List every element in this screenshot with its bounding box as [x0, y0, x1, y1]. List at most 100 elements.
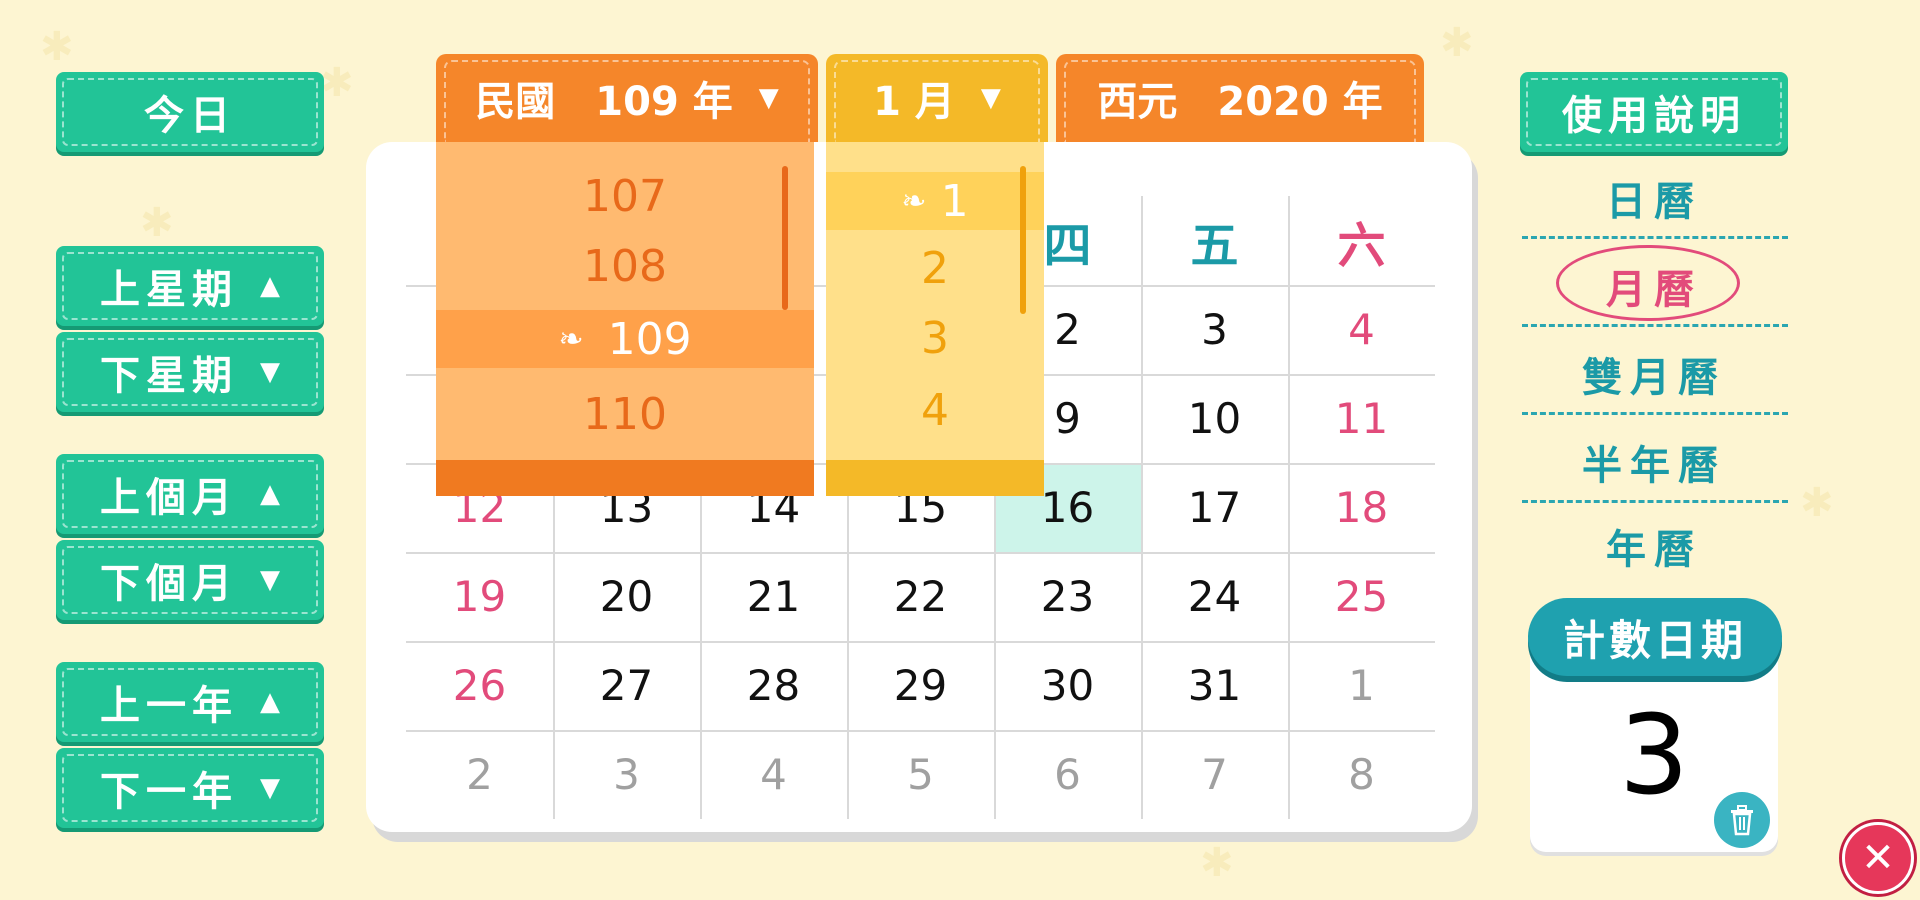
- view-month[interactable]: 月曆: [1520, 244, 1788, 328]
- day-cell[interactable]: 8: [1288, 730, 1435, 819]
- day-cell[interactable]: 4: [1288, 285, 1435, 374]
- day-cell[interactable]: 18: [1288, 463, 1435, 552]
- day-cell[interactable]: 26: [406, 641, 553, 730]
- day-cell[interactable]: 11: [1288, 374, 1435, 463]
- year-option[interactable]: 107: [436, 164, 814, 228]
- today-label: 今日: [144, 93, 236, 139]
- prev-month-button[interactable]: 上個月 ▲: [56, 454, 324, 534]
- day-cell[interactable]: 29: [847, 641, 994, 730]
- year-option-selected[interactable]: ❧ 109: [436, 310, 814, 368]
- year-scrollbar[interactable]: [782, 166, 788, 310]
- help-button[interactable]: 使用說明: [1520, 72, 1788, 152]
- month-selector[interactable]: 1 月 ▼: [826, 54, 1048, 142]
- day-cell[interactable]: 27: [553, 641, 700, 730]
- weekday-sat: 六: [1337, 217, 1386, 274]
- day-cell[interactable]: 25: [1288, 552, 1435, 641]
- roc-year-label: 民國 109 年: [475, 79, 733, 125]
- next-month-label: 下個月: [100, 561, 238, 607]
- sparkle-decoration: ✱: [1200, 840, 1234, 886]
- prev-year-label: 上一年: [100, 683, 238, 729]
- prev-week-button[interactable]: 上星期 ▲: [56, 246, 324, 326]
- day-cell[interactable]: 3: [1141, 285, 1288, 374]
- leaf-icon: ❧: [901, 183, 927, 219]
- day-cell[interactable]: 1: [1288, 641, 1435, 730]
- divider: [1522, 412, 1788, 415]
- day-cell[interactable]: 5: [847, 730, 994, 819]
- prev-week-label: 上星期: [100, 267, 238, 313]
- close-button[interactable]: ✕: [1842, 822, 1914, 894]
- triangle-down-icon: ▼: [260, 565, 280, 595]
- day-cell[interactable]: 6: [994, 730, 1141, 819]
- help-label: 使用說明: [1562, 93, 1746, 139]
- divider: [1522, 500, 1788, 503]
- day-cell[interactable]: 2: [406, 730, 553, 819]
- day-cell[interactable]: 3: [553, 730, 700, 819]
- year-option[interactable]: 110: [436, 382, 814, 446]
- day-cell[interactable]: 22: [847, 552, 994, 641]
- ad-year-label: 西元 2020 年: [1097, 79, 1383, 125]
- triangle-up-icon: ▲: [260, 687, 280, 717]
- triangle-up-icon: ▲: [260, 479, 280, 509]
- next-month-button[interactable]: 下個月 ▼: [56, 540, 324, 620]
- leaf-icon: ❧: [558, 321, 584, 357]
- day-cell[interactable]: 21: [700, 552, 847, 641]
- triangle-up-icon: ▲: [260, 271, 280, 301]
- month-dropdown-footer: [826, 460, 1044, 496]
- year-option[interactable]: 108: [436, 234, 814, 298]
- day-cell[interactable]: 4: [700, 730, 847, 819]
- year-dropdown: 107 108 ❧ 109 110: [436, 142, 814, 496]
- counter-title[interactable]: 計數日期: [1528, 598, 1782, 676]
- divider: [1522, 236, 1788, 239]
- triangle-down-icon: ▼: [260, 357, 280, 387]
- close-icon: ✕: [1861, 835, 1895, 881]
- next-year-button[interactable]: 下一年 ▼: [56, 748, 324, 828]
- month-option[interactable]: 3: [826, 306, 1044, 370]
- month-option-selected[interactable]: ❧ 1: [826, 172, 1044, 230]
- next-week-button[interactable]: 下星期 ▼: [56, 332, 324, 412]
- grid-line: [406, 641, 1435, 643]
- year-dropdown-footer: [436, 460, 814, 496]
- prev-year-button[interactable]: 上一年 ▲: [56, 662, 324, 742]
- trash-button[interactable]: [1714, 792, 1770, 848]
- month-option[interactable]: 2: [826, 236, 1044, 300]
- day-cell[interactable]: 24: [1141, 552, 1288, 641]
- grid-line: [1288, 196, 1290, 819]
- month-dropdown: ❧ 1 2 3 4: [826, 142, 1044, 496]
- divider: [1522, 324, 1788, 327]
- day-cell[interactable]: 23: [994, 552, 1141, 641]
- day-cell[interactable]: 19: [406, 552, 553, 641]
- sparkle-decoration: ✱: [140, 200, 174, 246]
- roc-year-selector[interactable]: 民國 109 年 ▼: [436, 54, 818, 142]
- next-year-label: 下一年: [100, 769, 238, 815]
- day-cell[interactable]: 31: [1141, 641, 1288, 730]
- view-year[interactable]: 年曆: [1520, 504, 1788, 588]
- ad-year-display: 西元 2020 年: [1056, 54, 1424, 142]
- month-scrollbar[interactable]: [1020, 166, 1026, 314]
- day-cell[interactable]: 30: [994, 641, 1141, 730]
- sparkle-decoration: ✱: [320, 60, 354, 106]
- month-selected-label: 1: [940, 175, 969, 227]
- next-week-label: 下星期: [100, 353, 238, 399]
- month-label: 1 月: [873, 79, 955, 125]
- chevron-down-icon: ▼: [758, 83, 779, 113]
- view-day[interactable]: 日曆: [1520, 156, 1788, 240]
- triangle-down-icon: ▼: [260, 773, 280, 803]
- day-cell[interactable]: 17: [1141, 463, 1288, 552]
- today-button[interactable]: 今日: [56, 72, 324, 152]
- prev-month-label: 上個月: [100, 475, 238, 521]
- month-option[interactable]: 4: [826, 378, 1044, 442]
- sparkle-decoration: ✱: [1440, 20, 1474, 66]
- weekday-fri: 五: [1190, 217, 1239, 274]
- sparkle-decoration: ✱: [40, 24, 74, 70]
- year-selected-label: 109: [607, 313, 692, 365]
- view-two-month[interactable]: 雙月曆: [1520, 332, 1788, 416]
- view-half-year[interactable]: 半年曆: [1520, 420, 1788, 504]
- day-cell[interactable]: 20: [553, 552, 700, 641]
- chevron-down-icon: ▼: [980, 83, 1001, 113]
- day-cell[interactable]: 10: [1141, 374, 1288, 463]
- day-cell[interactable]: 28: [700, 641, 847, 730]
- day-cell[interactable]: 7: [1141, 730, 1288, 819]
- grid-line: [1141, 196, 1143, 819]
- grid-line: [406, 552, 1435, 554]
- grid-line: [406, 730, 1435, 732]
